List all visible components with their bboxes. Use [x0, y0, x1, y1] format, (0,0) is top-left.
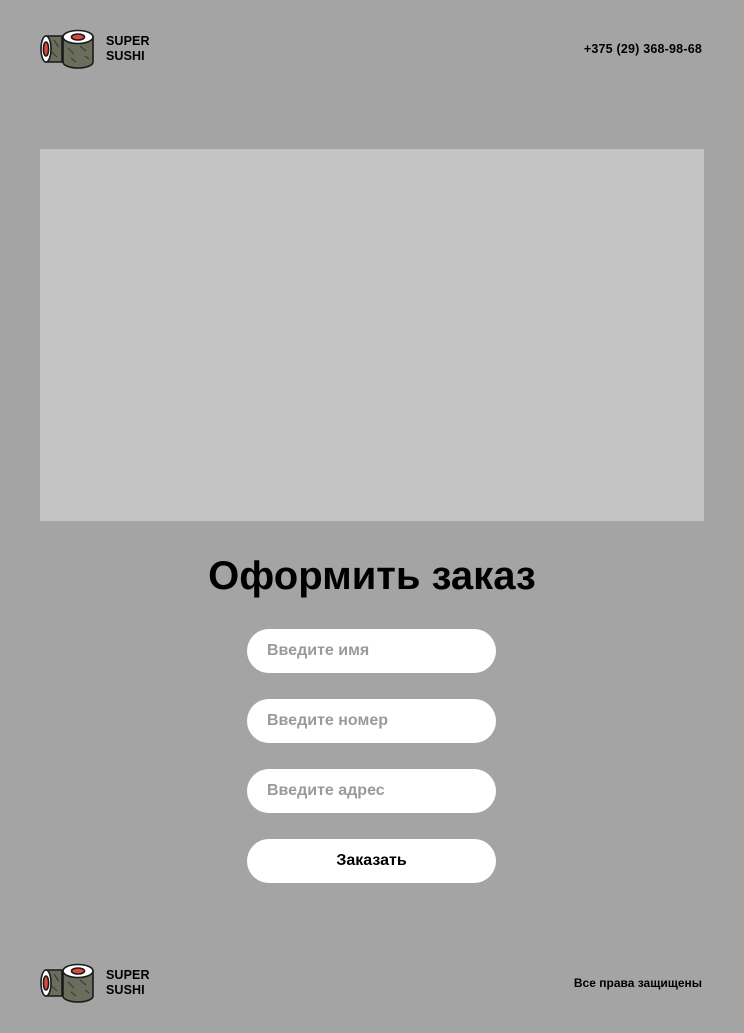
order-submit-button[interactable]: Заказать — [247, 839, 496, 883]
footer-brand-line-2: SUSHI — [106, 983, 145, 997]
footer-brand-line-1: SUPER — [106, 968, 150, 982]
brand-line-2: SUSHI — [106, 49, 145, 63]
name-input[interactable] — [247, 629, 496, 673]
footer-brand-name: SUPER SUSHI — [106, 968, 150, 998]
site-footer: SUPER SUSHI Все права защищены — [40, 962, 702, 1004]
footer-brand-logo[interactable]: SUPER SUSHI — [40, 962, 150, 1004]
order-form: Заказать — [247, 629, 496, 883]
brand-line-1: SUPER — [106, 34, 150, 48]
site-header: SUPER SUSHI +375 (29) 368-98-68 — [40, 28, 702, 70]
order-title: Оформить заказ — [208, 554, 536, 598]
hero-image-placeholder — [40, 149, 704, 521]
phone-number[interactable]: +375 (29) 368-98-68 — [584, 42, 702, 56]
phone-input[interactable] — [247, 699, 496, 743]
sushi-roll-icon — [40, 963, 94, 1003]
sushi-roll-icon — [40, 29, 94, 69]
address-input[interactable] — [247, 769, 496, 813]
brand-logo[interactable]: SUPER SUSHI — [40, 28, 150, 70]
brand-name: SUPER SUSHI — [106, 34, 150, 64]
copyright-text: Все права защищены — [573, 976, 702, 990]
